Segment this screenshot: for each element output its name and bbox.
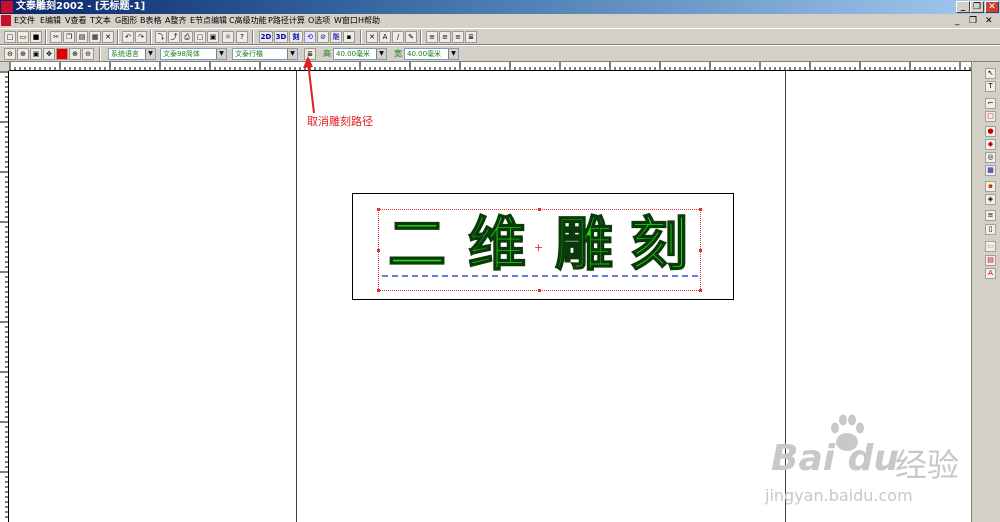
annotation-label: 取消雕刻路径 [307, 115, 373, 128]
watermark-logo: Bai du [771, 438, 900, 479]
watermark-url: jingyan.baidu.com [765, 486, 913, 505]
baidu-watermark: Bai du 经验 jingyan.baidu.com [763, 410, 998, 510]
watermark-cn: 经验 [895, 446, 960, 484]
